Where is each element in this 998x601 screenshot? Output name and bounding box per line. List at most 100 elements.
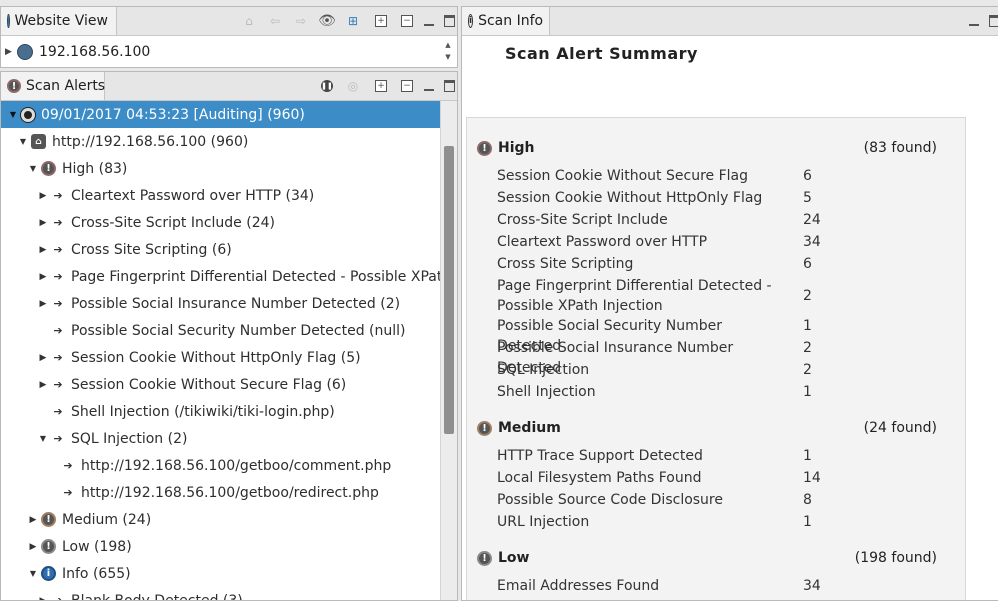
tab-website-view[interactable]: Website View (1, 7, 117, 35)
medium-severity-icon: ! (477, 421, 492, 436)
tree-row-label: Session Cookie Without Secure Flag (6) (71, 377, 346, 393)
alert-count: 34 (803, 232, 821, 252)
tree-row-label: High (83) (62, 161, 127, 177)
alert-arrow-icon: ➔ (61, 486, 75, 499)
url-text: 192.168.56.100 (39, 44, 150, 60)
url-row[interactable]: ▶ 192.168.56.100 ▲▼ (1, 37, 457, 67)
maximize-icon[interactable] (441, 13, 457, 29)
alert-name: Cleartext Password over HTTP (497, 232, 787, 252)
tab-scan-info[interactable]: i Scan Info (462, 7, 550, 35)
tree-row-label: http://192.168.56.100/getboo/redirect.ph… (81, 485, 379, 501)
tree-row-label: Session Cookie Without HttpOnly Flag (5) (71, 350, 361, 366)
tree-row[interactable]: ▼! High (83) (1, 155, 441, 182)
maximize-icon[interactable] (441, 78, 457, 94)
tree-row[interactable]: ▶➔Session Cookie Without Secure Flag (6) (1, 371, 441, 398)
tree-row-label: Shell Injection (/tikiwiki/tiki-login.ph… (71, 404, 335, 420)
alert-arrow-icon: ➔ (51, 189, 65, 202)
tree-row[interactable]: ▼➔ SQL Injection (2) (1, 425, 441, 452)
twisty-arrow-icon[interactable]: ▼ (7, 110, 19, 119)
minimize-icon[interactable] (421, 13, 437, 29)
alert-arrow-icon: ➔ (61, 459, 75, 472)
tab-scan-alerts[interactable]: ! Scan Alerts (1, 72, 105, 100)
tree-row-scan[interactable]: ▼09/01/2017 04:53:23 [Auditing] (960) (1, 101, 441, 128)
alert-count: 2 (803, 338, 812, 358)
sitemap-icon[interactable]: ⊞ (345, 13, 361, 29)
scan-alerts-panel: ! Scan Alerts ❚❚ ◎ + − ▼09/01/2017 04:53… (0, 71, 458, 601)
alert-arrow-icon: ➔ (51, 297, 65, 310)
scan-info-titlebar: i Scan Info (462, 7, 998, 36)
tree-row[interactable]: ▶➔Cleartext Password over HTTP (34) (1, 182, 441, 209)
expand-all-icon[interactable]: + (373, 78, 389, 94)
alert-arrow-icon: ➔ (51, 432, 65, 445)
twisty-arrow-icon[interactable]: ▶ (37, 353, 49, 363)
high-severity-icon: ! (41, 161, 56, 176)
home-icon[interactable]: ⌂ (241, 13, 257, 29)
twisty-arrow-icon[interactable]: ▼ (37, 434, 49, 443)
twisty-arrow-icon[interactable]: ▶ (37, 272, 49, 282)
twisty-arrow-icon[interactable]: ▶ (37, 380, 49, 390)
severity-name: Medium (498, 420, 561, 436)
globe-icon (7, 14, 10, 28)
tree-row[interactable]: ▼⌂http://192.168.56.100 (960) (1, 128, 441, 155)
summary-report: !High(83 found)Session Cookie Without Se… (466, 117, 966, 601)
twisty-arrow-icon[interactable]: ▶ (27, 542, 39, 552)
twisty-arrow-icon[interactable]: ▶ (37, 596, 49, 601)
eye-icon[interactable]: 👁 (319, 13, 335, 29)
tree-row[interactable]: ▶➔Cross-Site Script Include (24) (1, 209, 441, 236)
collapse-all-icon[interactable]: − (399, 78, 415, 94)
alert-name: Shell Injection (497, 382, 787, 402)
tree-row[interactable]: ➔ Possible Social Security Number Detecte… (1, 317, 441, 344)
minimize-icon[interactable] (421, 78, 437, 94)
alert-name: Email Addresses Found (497, 576, 787, 596)
tree-row[interactable]: ▶➔ Possible Social Insurance Number Detec… (1, 290, 441, 317)
alert-name: Session Cookie Without HttpOnly Flag (497, 188, 787, 208)
alert-name: Cross Site Scripting (497, 254, 787, 274)
tree-row[interactable]: ▶!Medium (24) (1, 506, 441, 533)
tree-row[interactable]: ▶➔Session Cookie Without HttpOnly Flag (… (1, 344, 441, 371)
tree-row-label: SQL Injection (2) (71, 431, 187, 447)
tree-row-label: Possible Social Insurance Number Detecte… (71, 296, 400, 312)
twisty-arrow-icon[interactable]: ▶ (27, 515, 39, 525)
alert-count: 6 (803, 166, 812, 186)
twisty-arrow-icon[interactable]: ▼ (27, 164, 39, 173)
expand-arrow-icon[interactable]: ▶ (5, 47, 15, 57)
twisty-arrow-icon[interactable]: ▼ (27, 569, 39, 578)
alert-count: 6 (803, 254, 812, 274)
twisty-arrow-icon[interactable]: ▼ (17, 137, 29, 146)
twisty-arrow-icon[interactable]: ▶ (37, 299, 49, 309)
twisty-arrow-icon[interactable]: ▶ (37, 191, 49, 201)
expand-all-icon[interactable]: + (373, 13, 389, 29)
tree-row-label: Page Fingerprint Differential Detected -… (71, 269, 458, 285)
back-arrow-icon[interactable]: ⇦ (267, 13, 283, 29)
alert-arrow-icon: ➔ (51, 594, 65, 601)
forward-arrow-icon[interactable]: ⇨ (293, 13, 309, 29)
tree-row-label: Info (655) (62, 566, 131, 582)
collapse-all-icon[interactable]: − (399, 13, 415, 29)
alert-name: Local Filesystem Paths Found (497, 468, 787, 488)
tab-scan-alerts-label: Scan Alerts (26, 78, 105, 94)
url-scroll-arrows-icon[interactable]: ▲▼ (443, 39, 453, 63)
severity-found-count: (83 found) (864, 136, 937, 160)
alerts-scrollbar[interactable] (440, 101, 457, 600)
tree-row-label: Cross-Site Script Include (24) (71, 215, 275, 231)
scrollbar-thumb[interactable] (444, 146, 454, 434)
maximize-icon[interactable] (986, 13, 998, 29)
twisty-arrow-icon[interactable]: ▶ (37, 218, 49, 228)
alert-name: URL Injection (497, 512, 787, 532)
alert-count: 14 (803, 468, 821, 488)
alert-count: 5 (803, 188, 812, 208)
tree-row[interactable]: ▶➔Page Fingerprint Differential Detected… (1, 263, 441, 290)
minimize-icon[interactable] (966, 13, 982, 29)
tree-row-label: Cross Site Scripting (6) (71, 242, 232, 258)
pause-icon[interactable]: ❚❚ (319, 78, 335, 94)
tree-row[interactable]: ➔http://192.168.56.100/getboo/comment.ph… (1, 452, 441, 479)
tree-row[interactable]: ▶!Low (198) (1, 533, 441, 560)
tree-row[interactable]: ➔Shell Injection (/tikiwiki/tiki-login.p… (1, 398, 441, 425)
alert-arrow-icon: ➔ (51, 324, 65, 337)
twisty-arrow-icon[interactable]: ▶ (37, 245, 49, 255)
tree-row[interactable]: ➔ http://192.168.56.100/getboo/redirect.p… (1, 479, 441, 506)
tree-row-label: Possible Social Security Number Detected… (71, 323, 406, 339)
tree-row[interactable]: ▶➔Cross Site Scripting (6) (1, 236, 441, 263)
tree-row[interactable]: ▼iInfo (655) (1, 560, 441, 587)
tree-row[interactable]: ▶➔Blank Body Detected (3) (1, 587, 441, 601)
